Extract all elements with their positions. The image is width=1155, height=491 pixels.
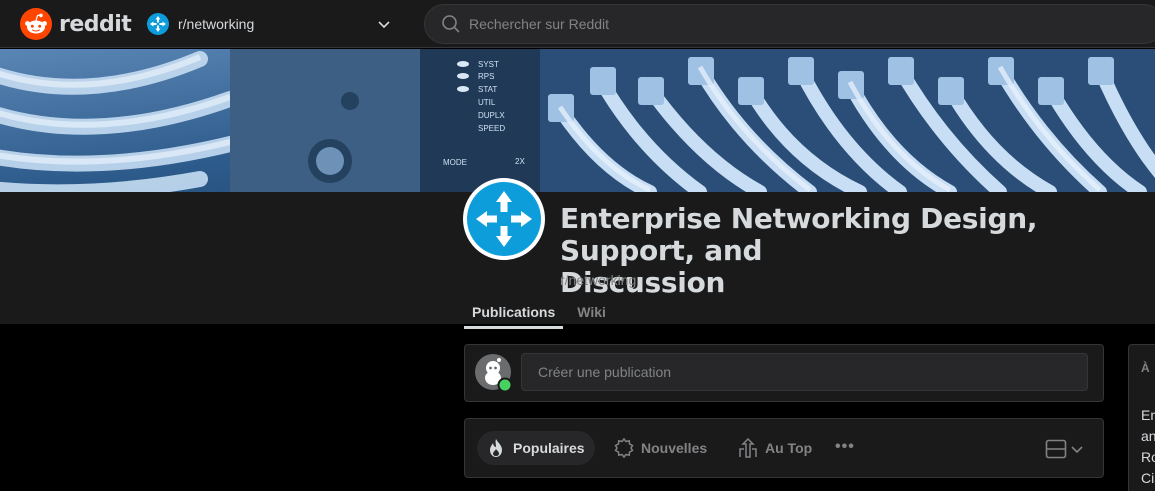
search-input[interactable]: [469, 16, 1069, 32]
about-community-card: À En an Ro Cis: [1128, 344, 1155, 491]
svg-text:DUPLX: DUPLX: [478, 111, 505, 120]
sort-new-button[interactable]: Nouvelles: [605, 431, 717, 465]
view-layout-toggle[interactable]: [1045, 438, 1087, 460]
community-router-icon: [467, 182, 541, 256]
svg-text:SYST: SYST: [478, 60, 499, 69]
about-card-heading: À: [1141, 361, 1150, 375]
banner-network-cables-image: SYST RPS STAT UTIL DUPLX SPEED MODE 2X: [0, 49, 1155, 192]
svg-text:MODE: MODE: [443, 158, 467, 167]
flame-icon: [490, 439, 502, 457]
community-banner: SYST RPS STAT UTIL DUPLX SPEED MODE 2X: [0, 49, 1155, 192]
community-title: Enterprise Networking Design, Support, a…: [560, 203, 1155, 299]
chevron-down-icon: [378, 21, 390, 29]
tab-wiki[interactable]: Wiki: [569, 300, 614, 329]
search-icon: [442, 15, 460, 33]
reddit-snoo-icon: [20, 8, 52, 40]
create-post-box: [464, 344, 1104, 402]
top-nav-bar: reddit r/networking: [0, 0, 1155, 48]
community-tabs: Publications Wiki: [464, 300, 620, 329]
about-card-description: En an Ro Cis: [1141, 407, 1155, 486]
sort-top-button[interactable]: Au Top: [729, 431, 822, 465]
svg-text:SPEED: SPEED: [478, 124, 505, 133]
user-avatar[interactable]: [474, 353, 514, 393]
tab-publications[interactable]: Publications: [464, 300, 564, 329]
reddit-logo[interactable]: reddit: [20, 8, 132, 40]
community-title-line-2: Discussion: [560, 266, 726, 299]
sort-hot-label: Populaires: [513, 440, 585, 456]
community-name: r/networking: [560, 272, 637, 288]
more-options-icon[interactable]: •••: [835, 438, 859, 458]
sort-bar: Populaires Nouvelles Au Top •••: [464, 418, 1104, 478]
chevron-down-icon: [1071, 446, 1083, 454]
sort-hot-button[interactable]: Populaires: [477, 431, 595, 465]
sort-new-label: Nouvelles: [641, 440, 708, 456]
sort-top-label: Au Top: [765, 440, 813, 456]
community-picker-label: r/networking: [178, 16, 255, 32]
reddit-wordmark: reddit: [59, 11, 132, 37]
top-chart-icon: [739, 437, 757, 458]
community-title-line-1: Enterprise Networking Design, Support, a…: [560, 202, 1038, 267]
community-avatar: [463, 178, 545, 260]
community-picker[interactable]: r/networking: [140, 6, 402, 42]
search-bar[interactable]: [424, 4, 1155, 44]
svg-text:UTIL: UTIL: [478, 98, 496, 107]
svg-text:2X: 2X: [515, 157, 525, 166]
sparkle-badge-icon: [614, 437, 634, 459]
community-router-icon: [147, 13, 169, 35]
card-layout-icon: [1045, 439, 1067, 459]
svg-text:STAT: STAT: [478, 85, 497, 94]
svg-text:RPS: RPS: [478, 72, 494, 81]
create-post-input[interactable]: [521, 353, 1088, 391]
